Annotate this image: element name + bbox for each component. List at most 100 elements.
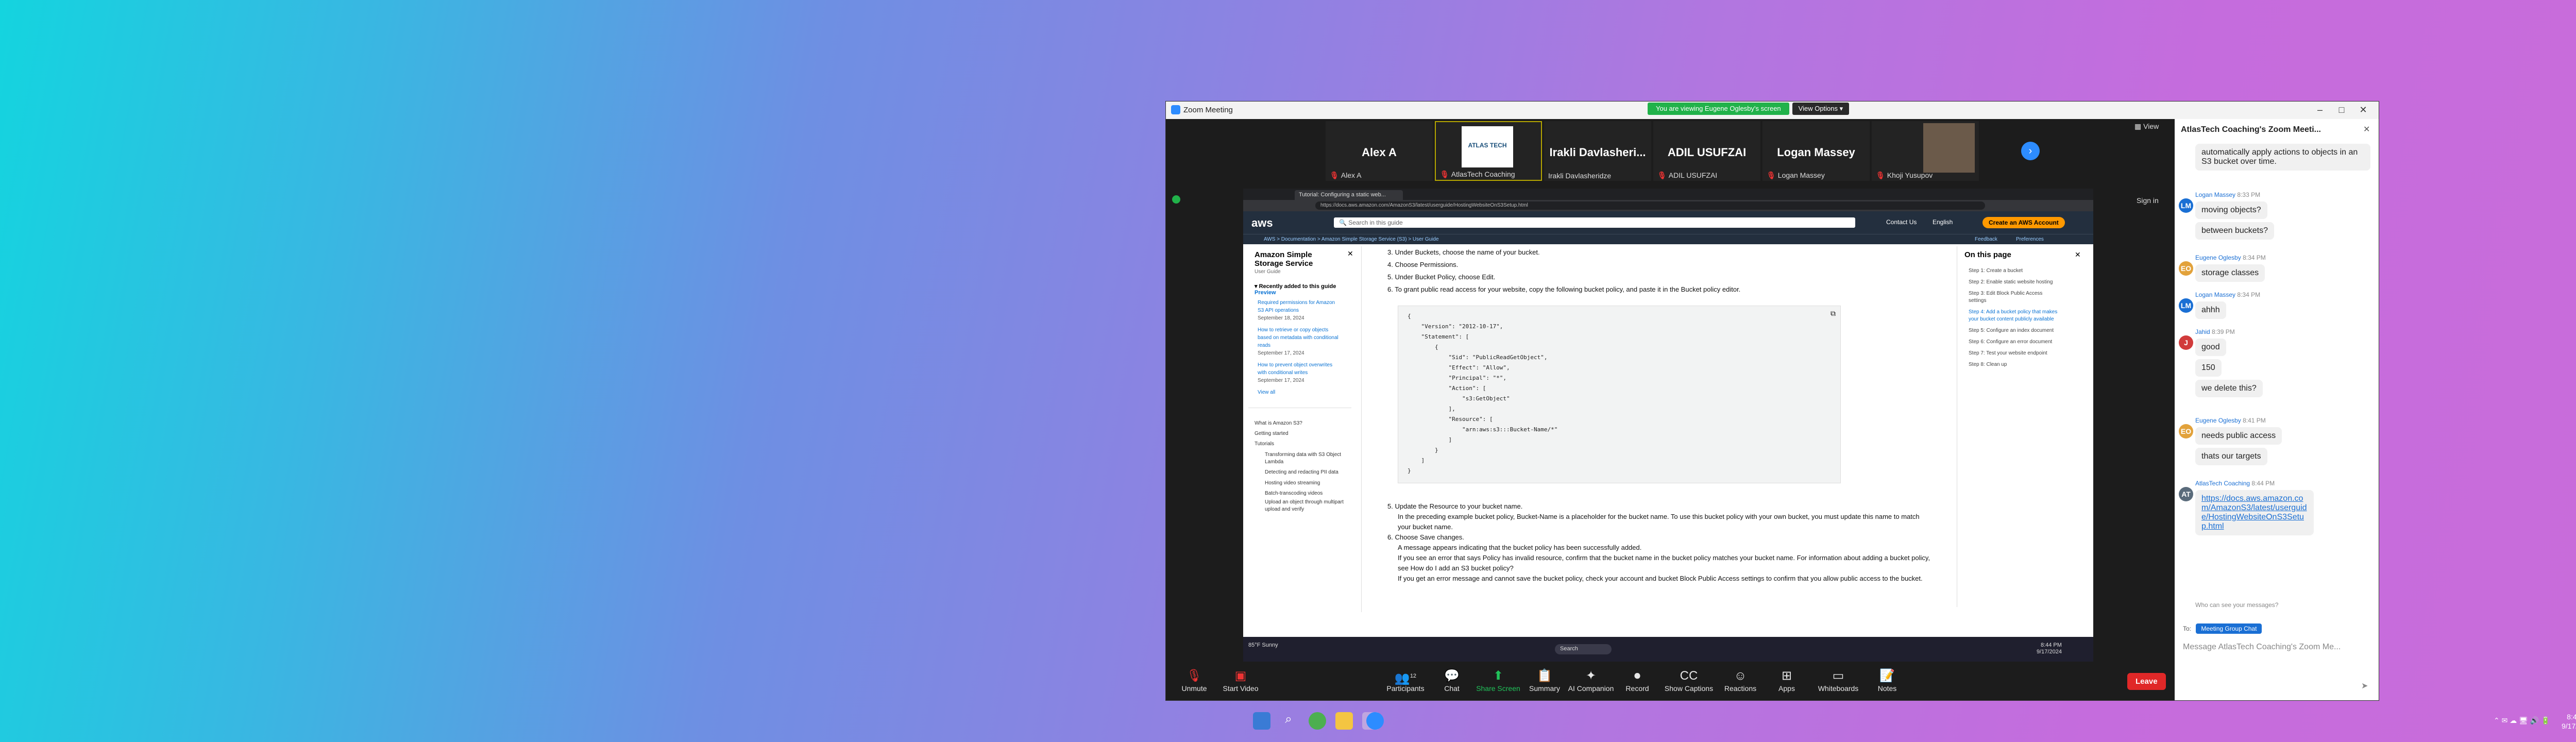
chat-message: Logan Massey 8:33 PM moving objects? betwe…: [2195, 191, 2370, 240]
shared-screen-area: Sign in Tutorial: Configuring a static w…: [1166, 186, 2174, 663]
aws-header: aws 🔍 Search in this guide Contact Us En…: [1243, 211, 2093, 234]
chat-text: thats our targets: [2195, 448, 2267, 465]
recent-heading: ▾ Recently added to this guide Preview: [1255, 283, 1336, 296]
chat-text: we delete this?: [2195, 380, 2263, 397]
chat-message: Eugene Oglesby 8:41 PM needs public acces…: [2195, 417, 2370, 465]
tray-icons[interactable]: ⌃ ✉ ☁ 🖥 🔊 🔋: [2494, 716, 2550, 725]
participant-tile[interactable]: Irakli Davlasheri... Irakli Davlasheridze: [1544, 121, 1651, 181]
chat-panel: AtlasTech Coaching's Zoom Meeti... ✕ aut…: [2175, 119, 2379, 700]
recipient-select[interactable]: Meeting Group Chat: [2196, 623, 2262, 634]
chat-text: ahhh: [2195, 301, 2226, 319]
chat-text: between buckets?: [2195, 222, 2274, 240]
view-button[interactable]: ▦ View: [2134, 122, 2159, 131]
language-select[interactable]: English: [1933, 218, 1953, 226]
record-button[interactable]: ⏺ Record: [1614, 668, 1660, 693]
maximize-icon[interactable]: □: [2331, 105, 2352, 115]
chat-button[interactable]: 💬 Chat: [1429, 668, 1475, 693]
leave-button[interactable]: Leave: [2127, 673, 2166, 690]
close-toc-icon[interactable]: ✕: [2075, 250, 2081, 259]
summary-button[interactable]: 📋 Summary: [1521, 668, 1568, 693]
browser-tab[interactable]: Tutorial: Configuring a static web...: [1295, 190, 1403, 200]
chat-message: AtlasTech Coaching 8:44 PM https://docs.a…: [2195, 480, 2370, 535]
chat-text: needs public access: [2195, 427, 2282, 445]
shared-browser: Tutorial: Configuring a static web... ht…: [1243, 189, 2093, 662]
search-icon[interactable]: ⌕: [1280, 712, 1297, 730]
captions-button[interactable]: CC Show Captions: [1660, 668, 1717, 693]
avatar: AT: [2179, 487, 2193, 501]
chat-text: 150: [2195, 359, 2222, 377]
share-screen-button[interactable]: ⬆ Share Screen: [1475, 668, 1521, 693]
notes-button[interactable]: 📝 Notes: [1864, 668, 1910, 693]
next-page-icon[interactable]: ›: [2021, 142, 2040, 160]
avatar: LM: [2179, 198, 2193, 213]
close-nav-icon[interactable]: ✕: [1347, 249, 1353, 258]
participant-strip: Alex A 🎙 Alex A ATLAS TECH 🎙 AtlasTech Coac…: [1166, 119, 2174, 186]
avatar: EO: [2179, 261, 2193, 276]
file-explorer-icon[interactable]: [1335, 712, 1353, 730]
participant-tile[interactable]: 🎙 Khoji Yusupov: [1872, 121, 1979, 181]
avatar: J: [2179, 335, 2193, 350]
participant-video: [1923, 123, 1975, 173]
copy-icon[interactable]: ⧉: [1831, 309, 1836, 318]
participant-tile[interactable]: ADIL USUFZAI 🎙 ADIL USUFZAI: [1653, 121, 1760, 181]
doc-content: 3. Under Buckets, choose the name of you…: [1387, 248, 1930, 582]
preferences-link[interactable]: Preferences: [2016, 237, 2044, 242]
contact-link[interactable]: Contact Us: [1886, 218, 1917, 226]
chat-text: moving objects?: [2195, 201, 2267, 219]
chrome-icon[interactable]: [1309, 712, 1326, 730]
chat-link[interactable]: https://docs.aws.amazon.com/AmazonS3/lat…: [2195, 490, 2314, 535]
windows-taskbar: ⌕ ⌃ ✉ ☁ 🖥 🔊 🔋 8:4 9/17: [0, 701, 2576, 742]
chat-title: AtlasTech Coaching's Zoom Meeti...: [2181, 125, 2321, 134]
participant-tile[interactable]: Logan Massey 🎙 Logan Massey: [1762, 121, 1870, 181]
browser-tab-bar: Tutorial: Configuring a static web...: [1243, 189, 2093, 200]
zoom-taskbar-icon[interactable]: [1366, 712, 1384, 730]
reactions-button[interactable]: ☺ Reactions: [1717, 668, 1764, 693]
left-nav: Amazon Simple Storage Service ✕ User Gui…: [1248, 246, 1362, 612]
chat-message: Jahid 8:39 PM good 150 we delete this?: [2195, 328, 2370, 397]
avatar: EO: [2179, 424, 2193, 439]
unmute-button[interactable]: 🎙 Unmute: [1171, 668, 1217, 693]
window-title: Zoom Meeting: [1183, 106, 1233, 114]
view-options-button[interactable]: View Options ▾: [1792, 103, 1850, 115]
doc-search-input[interactable]: 🔍 Search in this guide: [1334, 217, 1855, 228]
breadcrumb: AWS > Documentation > Amazon Simple Stor…: [1243, 234, 2093, 244]
view-all-link[interactable]: View all: [1258, 389, 1342, 396]
create-account-button[interactable]: Create an AWS Account: [1982, 217, 2065, 228]
close-icon[interactable]: ✕: [2353, 105, 2374, 115]
ai-companion-button[interactable]: ✦ AI Companion: [1568, 668, 1614, 693]
minimize-icon[interactable]: –: [2310, 105, 2330, 115]
start-icon[interactable]: [1253, 712, 1270, 730]
whiteboards-button[interactable]: ▭ Whiteboards: [1812, 668, 1864, 693]
who-can-see[interactable]: Who can see your messages?: [2195, 601, 2278, 609]
chat-message: Eugene Oglesby 8:34 PM storage classes: [2195, 254, 2370, 282]
browser-address-bar: https://docs.aws.amazon.com/AmazonS3/lat…: [1243, 200, 2093, 211]
start-video-button[interactable]: ▣ Start Video: [1217, 668, 1264, 693]
participant-tile[interactable]: Alex A 🎙 Alex A: [1326, 121, 1433, 181]
zoom-logo-icon: [1171, 105, 1180, 114]
chat-message: Logan Massey 8:34 PM ahhh: [2195, 291, 2370, 319]
shield-icon: [1172, 195, 1180, 204]
participant-tile[interactable]: ATLAS TECH 🎙 AtlasTech Coaching: [1435, 121, 1542, 181]
meeting-toolbar: 🎙 Unmute ▣ Start Video 👥12 Participants 💬 Ch…: [1166, 663, 2174, 700]
chat-text: storage classes: [2195, 264, 2265, 282]
feedback-link[interactable]: Feedback: [1975, 237, 1997, 242]
sign-in-link[interactable]: Sign in: [2137, 196, 2159, 205]
shared-windows-taskbar: 85°F Sunny Search 8:44 PM 9/17/2024: [1243, 637, 2093, 662]
aws-logo[interactable]: aws: [1251, 216, 1273, 230]
zoom-window: Zoom Meeting You are viewing Eugene Ogle…: [1165, 101, 2379, 701]
viewing-banner-text: You are viewing Eugene Oglesby's screen: [1648, 103, 1789, 115]
close-chat-icon[interactable]: ✕: [2363, 124, 2370, 134]
url-field[interactable]: https://docs.aws.amazon.com/AmazonS3/lat…: [1315, 201, 1985, 210]
title-bar: Zoom Meeting You are viewing Eugene Ogle…: [1166, 102, 2379, 119]
apps-button[interactable]: ⊞ Apps: [1764, 668, 1810, 693]
chat-text: good: [2195, 339, 2226, 356]
guide-title: Amazon Simple Storage Service: [1255, 250, 1313, 268]
code-block: { "Version": "2012-10-17", "Statement": …: [1398, 306, 1841, 483]
send-icon[interactable]: ➤: [2361, 681, 2368, 691]
on-this-page: On this page ✕ Step 1: Create a bucket S…: [1957, 246, 2088, 607]
atlastech-logo: ATLAS TECH: [1462, 126, 1513, 167]
chat-input[interactable]: Message AtlasTech Coaching's Zoom Me...: [2183, 643, 2368, 652]
to-label: To: Meeting Group Chat: [2183, 623, 2262, 634]
participants-button[interactable]: 👥12 Participants: [1382, 668, 1429, 693]
system-clock[interactable]: 8:44 PM9/17/2024: [2562, 712, 2576, 731]
